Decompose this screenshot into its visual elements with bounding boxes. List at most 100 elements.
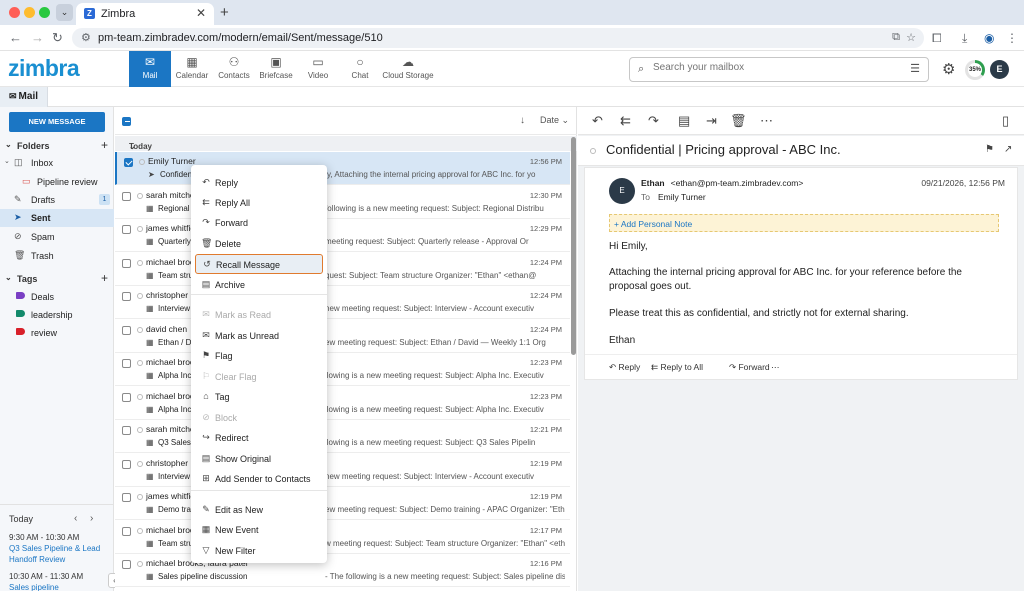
browser-menu-icon[interactable]: ⋮ [1006,31,1018,45]
menu-item-new-event[interactable]: ▦ New Event [195,520,323,540]
new-tab-icon[interactable]: + [220,4,229,21]
sidebar-item-sent[interactable]: ➤ Sent [0,209,114,227]
chevron-right-icon[interactable]: › [90,513,93,524]
menu-item-redirect[interactable]: ↪ Redirect [195,428,323,448]
sender-name[interactable]: Ethan [641,178,665,188]
close-window-icon[interactable] [9,7,20,18]
layout-toggle-icon[interactable]: ▯ [1002,113,1009,129]
zimbra-logo[interactable]: zimbra [8,55,80,82]
read-status-dot[interactable] [139,159,145,165]
sidebar-item-pipeline-review[interactable]: ▭ Pipeline review [0,173,114,191]
back-icon[interactable]: ← [9,30,22,45]
table-row[interactable]: christopher 12:24 PM ▦ Interview new meeting… [115,286,570,319]
row-checkbox[interactable] [122,526,131,536]
row-checkbox[interactable] [124,158,133,167]
read-status-dot[interactable] [137,393,143,400]
search-input[interactable] [653,62,893,73]
move-icon[interactable]: ⇥ [706,113,717,129]
settings-gear-icon[interactable]: ⚙ [942,60,955,78]
read-status-dot[interactable] [137,293,143,299]
read-status-dot[interactable] [137,527,143,534]
forward-action[interactable]: ↷ Forward [729,362,770,373]
maximize-window-icon[interactable] [39,7,50,18]
archive-icon[interactable]: ▤ [678,113,690,129]
forward-icon[interactable]: ↷ [648,113,659,129]
add-folder-icon[interactable]: + [101,138,108,152]
menu-item-mark-as-unread[interactable]: ✉ Mark as Unread [195,326,323,346]
nav-briefcase[interactable]: ▣ Briefcase [255,51,297,87]
table-row[interactable]: Emily Turner12:56 PM➤Confidential | Pric… [115,152,570,185]
tags-section-header[interactable]: ⌄ Tags + [0,271,114,288]
message-list-scrollbar[interactable] [571,137,576,355]
table-row[interactable]: sarah mitchell 12:21 PM ▦ Q3 Sales llowing i… [115,420,570,453]
row-checkbox[interactable] [122,493,131,502]
sender-email[interactable]: <ethan@pm-team.zimbradev.com> [671,178,804,188]
add-personal-note[interactable]: + Add Personal Note [609,214,999,232]
read-status-dot[interactable] [137,192,143,199]
select-all-checkbox[interactable] [122,117,131,126]
bookmark-star-icon[interactable]: ☆ [906,31,916,44]
sidebar-item-inbox[interactable]: ⌄ ◫ Inbox [0,154,114,172]
nav-calendar[interactable]: ▦ Calendar [171,51,213,87]
menu-item-new-filter[interactable]: ▽ New Filter [195,541,323,561]
read-status-dot[interactable] [137,427,143,433]
row-checkbox[interactable] [122,392,131,402]
site-info-icon[interactable]: ⚙ [81,31,91,44]
row-checkbox[interactable] [122,325,131,335]
minimize-window-icon[interactable] [24,7,35,18]
menu-item-recall-message[interactable]: ↺ Recall Message [195,254,323,274]
agenda-event-title[interactable]: Q3 Sales Pipeline & Lead Handoff Review [9,543,109,565]
table-row[interactable]: michael brooks 12:23 PM ▦ Alpha Inc llowing … [115,386,570,420]
sidebar-item-trash[interactable]: 🗑 Trash [0,247,114,265]
sort-by-dropdown[interactable]: Date ⌄ [540,115,569,126]
profile-icon[interactable]: ◉ [984,31,994,45]
read-status-dot[interactable] [137,360,143,366]
menu-item-add-sender-to-contacts[interactable]: ⊞ Add Sender to Contacts [195,469,323,489]
more-icon[interactable]: ⋯ [760,113,773,129]
table-row[interactable]: james whitfield 12:19 PM ▦ Demo training ew … [115,487,570,520]
download-icon[interactable]: ⤓ [962,31,967,46]
menu-item-delete[interactable]: 🗑 Delete [195,234,323,254]
row-checkbox[interactable] [122,191,131,201]
read-status-dot[interactable] [137,259,143,266]
chevron-down-icon[interactable]: ⌄ [4,157,10,165]
sidebar-item-drafts[interactable]: ✎ Drafts 1 [0,191,114,209]
user-avatar[interactable]: E [990,60,1009,79]
add-tag-icon[interactable]: + [101,271,108,285]
browser-tab[interactable]: Z Zimbra ✕ [76,3,214,25]
nav-video[interactable]: ▭ Video [297,51,339,87]
nav-chat[interactable]: ○ Chat [339,51,381,87]
menu-item-edit-as-new[interactable]: ✎ Edit as New [195,500,323,520]
sidebar-tag-deals[interactable]: Deals [0,288,114,306]
sidebar-tag-review[interactable]: review [0,324,114,342]
more-actions-icon[interactable]: ⋯ [771,362,780,373]
mail-subtab[interactable]: ✉ Mail [0,87,48,107]
tab-list-icon[interactable]: ⌄ [56,4,73,21]
date-group-header[interactable]: ⌄ Today (14) [115,136,577,160]
row-checkbox[interactable] [122,292,131,301]
row-checkbox[interactable] [122,459,131,469]
extensions-icon[interactable]: ⧠ [932,31,942,46]
row-checkbox[interactable] [122,225,131,234]
reply-action[interactable]: ↶ Reply [609,362,640,373]
search-filter-icon[interactable]: ☰ [910,62,920,75]
forward-nav-icon[interactable]: → [31,30,44,45]
read-status-dot[interactable] [137,226,143,232]
open-external-icon[interactable]: ↗ [1004,144,1012,155]
menu-item-reply[interactable]: ↶ Reply [195,173,323,193]
menu-item-tag[interactable]: ⌂ Tag [195,387,323,407]
sort-direction-icon[interactable]: ↓ [520,115,525,126]
recipient-name[interactable]: Emily Turner [658,192,706,202]
folders-section-header[interactable]: ⌄ Folders + [0,138,114,155]
row-checkbox[interactable] [122,359,131,368]
menu-item-show-original[interactable]: ▤ Show Original [195,449,323,469]
sidebar-item-spam[interactable]: ⊘ Spam [0,228,114,246]
flag-icon[interactable]: ⚑ [985,144,994,155]
reply-all-icon[interactable]: ⇇ [620,113,631,129]
row-checkbox[interactable] [122,560,131,569]
menu-item-archive[interactable]: ▤ Archive [195,275,323,295]
reload-icon[interactable]: ↻ [52,30,63,46]
read-status-dot[interactable] [137,326,143,333]
row-checkbox[interactable] [122,258,131,268]
read-status-dot[interactable] [137,494,143,500]
